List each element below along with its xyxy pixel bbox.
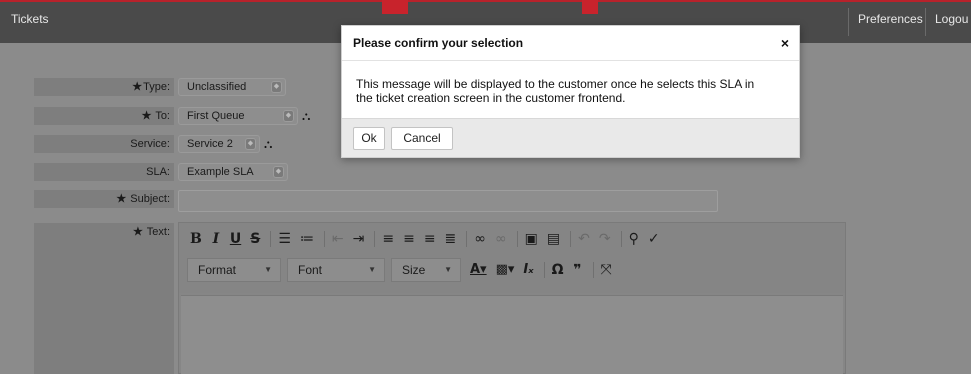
image-icon[interactable]: ▣ xyxy=(522,229,541,249)
bulleted-list-icon[interactable]: ≔ xyxy=(297,229,317,249)
nav-divider xyxy=(848,8,849,36)
text-label: ★ Text: xyxy=(34,223,174,374)
nav-divider xyxy=(925,8,926,36)
dialog-message: This message will be displayed to the cu… xyxy=(356,77,786,105)
editor-text-area[interactable] xyxy=(181,295,843,374)
dialog-message-line-2: the ticket creation screen in the custom… xyxy=(356,91,626,105)
editor-toolbar: B I U S ☰ ≔ ⇤ ⇥ ≡ ≡ ≡ ≣ ∞ ∞ ▣ ▤ ↶ ↷ ⚲ ✓ … xyxy=(179,223,845,293)
chevron-down-icon: ▼ xyxy=(444,265,452,274)
toolbar-separator xyxy=(620,231,622,247)
select-spinner-icon: ◆ xyxy=(271,81,282,93)
type-label: ★Type: xyxy=(34,78,174,96)
type-select[interactable]: Unclassified ◆ xyxy=(178,78,286,96)
type-select-value: Unclassified xyxy=(187,81,247,93)
subject-label-text: Subject: xyxy=(130,193,170,205)
brand-logo-mark-2 xyxy=(582,0,598,14)
bold-icon[interactable]: B xyxy=(187,229,205,249)
horizontal-line-icon[interactable]: ▤ xyxy=(544,229,563,249)
to-select-value: First Queue xyxy=(187,110,245,122)
close-icon[interactable]: × xyxy=(781,35,789,51)
service-select-value: Service 2 xyxy=(187,138,233,150)
toolbar-separator xyxy=(323,231,325,247)
outdent-icon[interactable]: ⇤ xyxy=(329,229,347,249)
select-spinner-icon: ◆ xyxy=(245,138,256,150)
dialog-title: Please confirm your selection xyxy=(353,36,524,50)
indent-icon[interactable]: ⇥ xyxy=(350,229,368,249)
maximize-icon[interactable]: ⤧ xyxy=(598,260,615,280)
sla-label: SLA: xyxy=(34,163,174,181)
service-select[interactable]: Service 2 ◆ xyxy=(178,135,260,153)
font-combo-label: Font xyxy=(298,263,323,277)
service-label: Service: xyxy=(34,135,174,153)
numbered-list-icon[interactable]: ☰ xyxy=(275,229,294,249)
service-label-text: Service: xyxy=(130,138,170,150)
type-label-text: Type: xyxy=(143,81,170,93)
toolbar-separator xyxy=(374,231,376,247)
toolbar-separator xyxy=(570,231,572,247)
dialog-header: Please confirm your selection × xyxy=(342,26,799,61)
strikethrough-icon[interactable]: S xyxy=(247,229,263,249)
align-justify-icon[interactable]: ≣ xyxy=(442,229,460,249)
format-combo[interactable]: Format ▼ xyxy=(187,258,281,282)
sla-select[interactable]: Example SLA ◆ xyxy=(178,163,288,181)
toolbar-separator xyxy=(270,231,272,247)
blockquote-icon[interactable]: ❞ xyxy=(570,260,586,280)
service-tree-icon[interactable]: ⛬ xyxy=(264,138,272,150)
editor-toolbar-row-2: Format ▼ Font ▼ Size ▼ A▾ ▩▾ Iₓ Ω ❞ ⤧ xyxy=(187,258,618,282)
required-marker: ★ xyxy=(132,81,143,93)
rich-text-editor: B I U S ☰ ≔ ⇤ ⇥ ≡ ≡ ≡ ≣ ∞ ∞ ▣ ▤ ↶ ↷ ⚲ ✓ … xyxy=(178,222,846,374)
special-character-icon[interactable]: Ω xyxy=(549,260,567,280)
align-left-icon[interactable]: ≡ xyxy=(379,229,397,249)
dialog-message-line-1: This message will be displayed to the cu… xyxy=(356,77,755,91)
subject-label: ★ Subject: xyxy=(34,190,174,208)
confirm-dialog: Please confirm your selection × This mes… xyxy=(341,25,800,158)
editor-toolbar-row-1: B I U S ☰ ≔ ⇤ ⇥ ≡ ≡ ≡ ≣ ∞ ∞ ▣ ▤ ↶ ↷ ⚲ ✓ xyxy=(187,228,666,250)
italic-icon[interactable]: I xyxy=(208,229,224,249)
required-marker: ★ xyxy=(133,226,143,238)
spellcheck-icon[interactable]: ✓ xyxy=(645,229,663,249)
cancel-button[interactable]: Cancel xyxy=(391,127,453,150)
toolbar-separator xyxy=(543,262,545,278)
subject-input[interactable] xyxy=(178,190,718,212)
format-combo-label: Format xyxy=(198,263,237,277)
select-spinner-icon: ◆ xyxy=(283,110,294,122)
ok-button[interactable]: Ok xyxy=(353,127,385,150)
text-label-text: Text: xyxy=(146,226,170,238)
sla-label-text: SLA: xyxy=(146,166,170,178)
brand-logo-mark xyxy=(382,0,408,14)
link-icon[interactable]: ∞ xyxy=(471,229,489,249)
background-color-icon[interactable]: ▩▾ xyxy=(493,260,518,280)
remove-format-icon[interactable]: Iₓ xyxy=(520,260,536,280)
nav-preferences[interactable]: Preferences xyxy=(850,2,931,43)
required-marker: ★ xyxy=(141,110,152,122)
to-label: ★ To: xyxy=(34,107,174,125)
size-combo[interactable]: Size ▼ xyxy=(391,258,461,282)
unlink-icon[interactable]: ∞ xyxy=(492,229,510,249)
align-right-icon[interactable]: ≡ xyxy=(421,229,439,249)
sla-select-value: Example SLA xyxy=(187,166,254,178)
dialog-footer: Ok Cancel xyxy=(342,118,799,157)
chevron-down-icon: ▼ xyxy=(264,265,272,274)
size-combo-label: Size xyxy=(402,263,426,277)
nav-tickets[interactable]: Tickets xyxy=(3,2,57,43)
toolbar-separator xyxy=(592,262,594,278)
required-marker: ★ xyxy=(116,193,127,205)
toolbar-separator xyxy=(516,231,518,247)
redo-icon[interactable]: ↷ xyxy=(596,229,614,249)
font-combo[interactable]: Font ▼ xyxy=(287,258,385,282)
undo-icon[interactable]: ↶ xyxy=(575,229,593,249)
to-label-text: To: xyxy=(155,110,170,122)
select-spinner-icon: ◆ xyxy=(273,166,284,178)
find-icon[interactable]: ⚲ xyxy=(626,229,642,249)
underline-icon[interactable]: U xyxy=(227,229,244,249)
toolbar-separator xyxy=(466,231,468,247)
nav-logout[interactable]: Logou xyxy=(927,2,971,43)
align-center-icon[interactable]: ≡ xyxy=(400,229,418,249)
to-select[interactable]: First Queue ◆ xyxy=(178,107,298,125)
chevron-down-icon: ▼ xyxy=(368,265,376,274)
text-color-icon[interactable]: A▾ xyxy=(467,260,490,280)
queue-tree-icon[interactable]: ⛬ xyxy=(302,110,310,122)
